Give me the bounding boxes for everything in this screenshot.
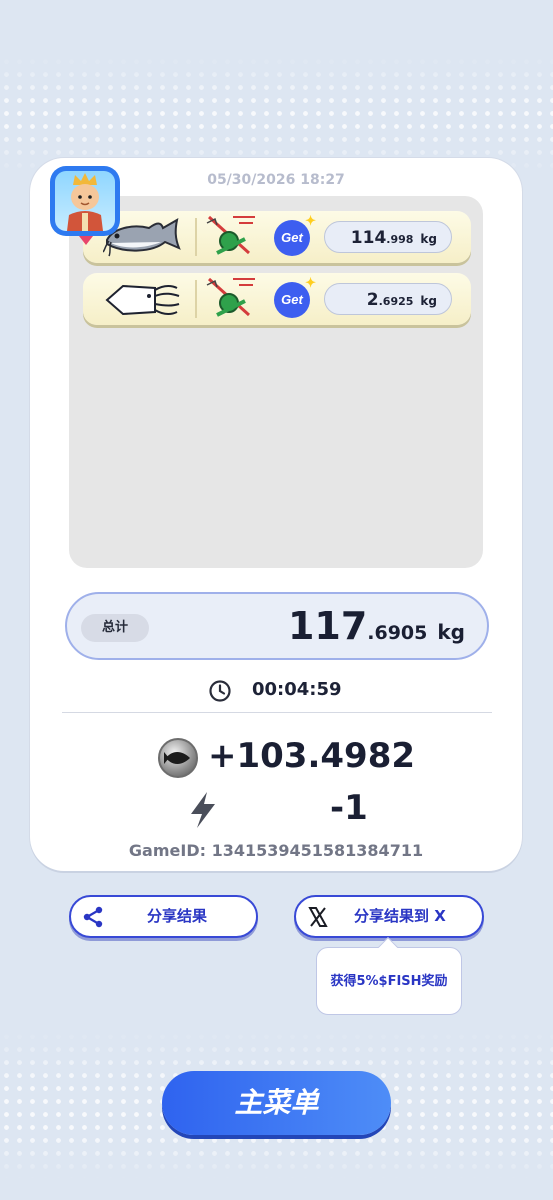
share-to-x-label: 分享结果到 X — [354, 907, 446, 925]
catch-weight: 2.6925 kg — [324, 283, 452, 315]
duration-row: 00:04:59 — [30, 678, 522, 704]
share-result-button[interactable]: 分享结果 — [69, 895, 258, 938]
x-logo-icon — [308, 907, 328, 927]
row-divider — [195, 280, 197, 318]
energy-row: -1 — [30, 788, 522, 832]
sparkle-icon: ✦ — [305, 213, 316, 228]
main-menu-button[interactable]: 主菜单 — [162, 1071, 391, 1135]
get-badge: Get ✦ — [274, 276, 316, 318]
result-card: 05/30/2026 18:27 Get ✦ 114.998 kg Get ✦ … — [30, 158, 522, 871]
total-weight-bar: 总计 117.6905 kg — [65, 592, 489, 660]
reward-value: +103.4982 — [208, 736, 416, 776]
squid-icon — [105, 284, 180, 316]
total-weight-value: 117.6905 kg — [287, 604, 465, 648]
share-result-label: 分享结果 — [147, 907, 208, 925]
character-portrait — [67, 173, 103, 231]
catch-weight: 114.998 kg — [324, 221, 452, 253]
catch-row: Get ✦ 114.998 kg — [83, 211, 471, 263]
fishing-rod-icon — [206, 277, 255, 317]
reward-tooltip: 获得5%$FISH奖励 — [316, 937, 462, 1015]
tooltip-arrow — [378, 937, 398, 957]
energy-value: -1 — [330, 788, 368, 828]
avatar[interactable] — [50, 166, 120, 245]
total-label: 总计 — [81, 614, 149, 642]
catch-row: Get ✦ 2.6925 kg — [83, 273, 471, 325]
background-pattern-top — [0, 55, 553, 175]
clock-icon — [209, 680, 231, 702]
fishing-rod-icon — [206, 215, 255, 255]
catch-list: Get ✦ 114.998 kg Get ✦ 2.6925 kg — [69, 196, 483, 568]
get-badge: Get ✦ — [274, 214, 316, 256]
avatar-face — [55, 171, 115, 231]
duration-value: 00:04:59 — [252, 679, 342, 700]
sparkle-icon: ✦ — [305, 275, 316, 290]
fish-coin-icon — [158, 738, 198, 778]
avatar-pin — [79, 236, 93, 245]
share-icon — [83, 906, 103, 928]
reward-row: +103.4982 — [30, 736, 522, 778]
row-divider — [195, 218, 197, 256]
divider — [62, 712, 492, 713]
share-to-x-button[interactable]: 分享结果到 X — [294, 895, 484, 938]
game-id: GameID: 1341539451581384711 — [128, 841, 424, 860]
lightning-icon — [191, 792, 215, 828]
